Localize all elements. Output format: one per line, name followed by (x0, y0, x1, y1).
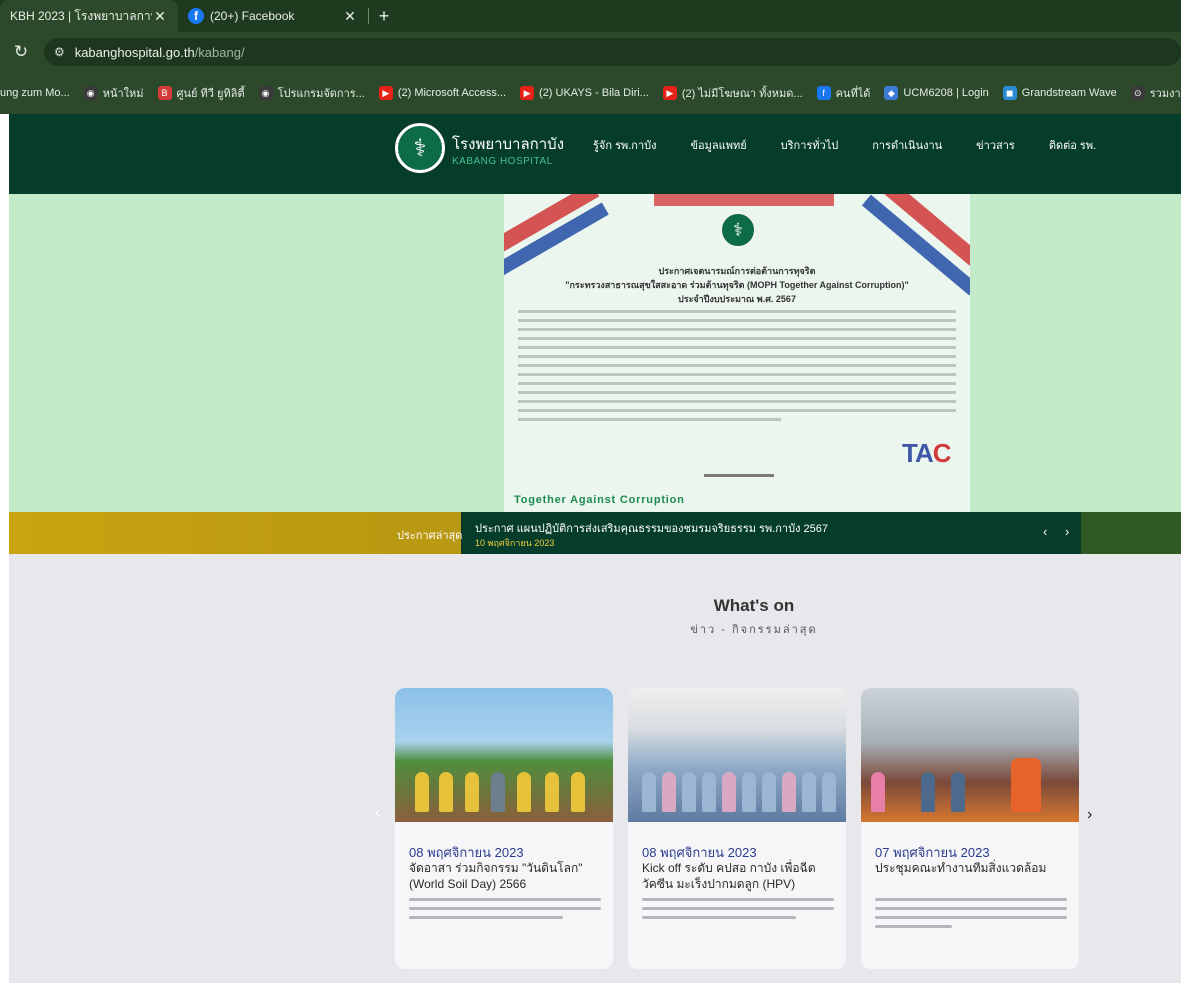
bookmark-icon: ▶ (662, 86, 677, 100)
certificate-year: ประจำปีงบประมาณ พ.ศ. 2567 (678, 294, 796, 304)
bookmark-icon: ◆ (884, 86, 899, 100)
ministry-emblem-icon: ⚕ (720, 212, 756, 248)
bookmark-item[interactable]: ▶ (2) ไม่มีโฆษณา ทั้งหมด... (662, 84, 803, 102)
announcement-accent (9, 512, 461, 554)
bookmark-label: (2) ไม่มีโฆษณา ทั้งหมด... (681, 88, 803, 100)
bookmark-item[interactable]: ▶ (2) UKAYS - Bila Diri... (520, 86, 649, 100)
signature-line (704, 474, 774, 477)
bookmark-item[interactable]: ◆ UCM6208 | Login (884, 86, 989, 100)
section-subtitle: ข่าว - กิจกรรมล่าสุด (690, 624, 818, 636)
announcement-text[interactable]: ประกาศ แผนปฏิบัติการส่งเสริมคุณธรรมของชม… (475, 519, 828, 537)
nav-item-news[interactable]: ข่าวสาร (976, 136, 1015, 154)
bookmark-item[interactable]: ◉ หน้าใหม่ (83, 84, 144, 102)
site-header: ⚕ โรงพยาบาลกาบัง KABANG HOSPITAL รู้จัก … (9, 114, 1181, 194)
bookmark-label: รวมงานวิชาการ (1149, 88, 1181, 100)
tab-kabang-hospital[interactable]: KBH 2023 | โรงพยาบาลกาบัง ✕ (0, 0, 178, 32)
announcement-strip: ประกาศล่าสุด ประกาศ แผนปฏิบัติการส่งเสริ… (9, 512, 1181, 554)
announcement-date: 10 พฤศจิกายน 2023 (475, 538, 555, 548)
news-excerpt (875, 898, 1067, 934)
nav-item-services[interactable]: บริการทั่วไป (781, 136, 839, 154)
site-info-icon[interactable]: ⚙ (54, 45, 65, 59)
facebook-icon: f (188, 8, 204, 24)
certificate-footer-text: Together Against Corruption (514, 494, 685, 506)
bookmark-icon: ⊙ (1130, 86, 1145, 100)
bookmark-label: (2) Microsoft Access... (397, 87, 507, 99)
reload-icon[interactable]: ↻ (8, 39, 34, 65)
news-excerpt (409, 898, 601, 925)
bookmarks-bar: ung zum Mo... ◉ หน้าใหม่ B ศูนย์ ทีวี ยูทิลิ… (0, 72, 1181, 114)
close-icon[interactable]: ✕ (342, 8, 358, 25)
address-bar-row: ↻ ⚙ kabanghospital.go.th /kabang/ (0, 32, 1181, 72)
announcement-right-accent (1081, 512, 1181, 554)
certificate-title: ประกาศเจตนารมณ์การต่อต้านการทุจริต (658, 266, 816, 276)
bookmark-item[interactable]: ⊙ รวมงานวิชาการ (1130, 84, 1181, 102)
bookmark-item[interactable]: ung zum Mo... (0, 87, 70, 99)
bookmark-label: Grandstream Wave (1021, 87, 1117, 99)
announcement-label: ประกาศล่าสุด (397, 530, 463, 542)
new-tab-button[interactable]: + (369, 0, 399, 32)
logo-title-thai[interactable]: โรงพยาบาลกาบัง (452, 132, 564, 156)
logo-title-english[interactable]: KABANG HOSPITAL (452, 156, 553, 167)
bookmark-label: UCM6208 | Login (903, 87, 989, 99)
news-photo[interactable] (628, 688, 846, 822)
bookmark-label: คนที่ได้ (835, 88, 871, 100)
bookmark-label: (2) UKAYS - Bila Diri... (539, 87, 649, 99)
url-field[interactable]: ⚙ kabanghospital.go.th /kabang/ (43, 38, 1181, 66)
bookmark-icon: ◉ (258, 86, 273, 100)
news-title[interactable]: ประชุมคณะทำงานทีมสิ่งแวดล้อม (875, 860, 1067, 876)
bookmark-icon: ▶ (378, 86, 393, 100)
whats-on-section: What's on ข่าว - กิจกรรมล่าสุด ‹ 08 พฤศจ… (9, 554, 1181, 983)
main-nav: รู้จัก รพ.กาบัง ข้อมูลแพทย์ บริการทั่วไป… (593, 136, 1130, 154)
certificate-subtitle: "กระทรวงสาธารณสุขใสสะอาด ร่วมต้านทุจริต … (565, 280, 909, 290)
nav-item-doctors[interactable]: ข้อมูลแพทย์ (690, 136, 746, 154)
url-path: /kabang/ (194, 44, 245, 60)
nav-item-contact[interactable]: ติดต่อ รพ. (1049, 136, 1096, 154)
browser-window: KBH 2023 | โรงพยาบาลกาบัง ✕ f (20+) Face… (0, 0, 1181, 983)
news-excerpt (642, 898, 834, 925)
certificate-image[interactable]: ⚕ ประกาศเจตนารมณ์การต่อต้านการทุจริต "กร… (504, 194, 970, 512)
announcement-next-button[interactable]: › (1065, 524, 1069, 539)
bookmark-icon: ◉ (83, 86, 98, 100)
bookmark-item[interactable]: B ศูนย์ ทีวี ยูทิลิตี้ (157, 84, 245, 102)
bookmark-icon: f (816, 86, 831, 100)
tab-title: KBH 2023 | โรงพยาบาลกาบัง (10, 8, 152, 23)
bookmark-label: โปรแกรมจัดการ... (277, 88, 365, 100)
bookmark-icon: ◼ (1002, 86, 1017, 100)
hero-banner: ⚕ ประกาศเจตนารมณ์การต่อต้านการทุจริต "กร… (9, 194, 1181, 512)
bookmark-item[interactable]: ◉ โปรแกรมจัดการ... (258, 84, 365, 102)
news-card[interactable]: 07 พฤศจิกายน 2023 ประชุมคณะทำงานทีมสิ่งแ… (861, 688, 1079, 969)
carousel-prev-button[interactable]: ‹ (375, 804, 380, 822)
news-card[interactable]: 08 พฤศจิกายน 2023 จัดอาสา ร่วมกิจกรรม "ว… (395, 688, 613, 969)
bookmark-label: ung zum Mo... (0, 87, 70, 99)
tab-facebook[interactable]: f (20+) Facebook ✕ (178, 0, 368, 32)
news-card[interactable]: 08 พฤศจิกายน 2023 Kick off ระดับ คปสอ กา… (628, 688, 846, 969)
bookmark-icon: B (157, 86, 172, 100)
news-photo[interactable] (861, 688, 1079, 822)
bookmark-label: หน้าใหม่ (102, 88, 144, 100)
nav-item-about[interactable]: รู้จัก รพ.กาบัง (593, 136, 656, 154)
tac-logo: TAC (902, 438, 952, 468)
bookmark-item[interactable]: ▶ (2) Microsoft Access... (378, 86, 507, 100)
news-photo[interactable] (395, 688, 613, 822)
news-title[interactable]: จัดอาสา ร่วมกิจกรรม "วันดินโลก" (World S… (409, 860, 601, 892)
bookmark-label: ศูนย์ ทีวี ยูทิลิตี้ (176, 88, 245, 100)
carousel-next-button[interactable]: › (1087, 806, 1092, 824)
bookmark-icon: ▶ (520, 86, 535, 100)
bookmark-item[interactable]: f คนที่ได้ (816, 84, 871, 102)
ribbon-decoration (654, 194, 834, 206)
close-icon[interactable]: ✕ (152, 8, 168, 25)
nav-item-operations[interactable]: การดำเนินงาน (872, 136, 942, 154)
tab-bar: KBH 2023 | โรงพยาบาลกาบัง ✕ f (20+) Face… (0, 0, 1181, 32)
announcement-prev-button[interactable]: ‹ (1043, 524, 1047, 539)
certificate-body-text (518, 310, 956, 427)
ribbon-decoration (871, 194, 970, 274)
news-title[interactable]: Kick off ระดับ คปสอ กาบัง เพื่อฉีดวัคซีน… (642, 860, 834, 892)
bookmark-item[interactable]: ◼ Grandstream Wave (1002, 86, 1117, 100)
url-host: kabanghospital.go.th (74, 44, 195, 60)
section-title: What's on (713, 596, 795, 615)
tab-title: (20+) Facebook (210, 9, 295, 23)
hospital-logo-icon[interactable]: ⚕ (395, 123, 445, 173)
